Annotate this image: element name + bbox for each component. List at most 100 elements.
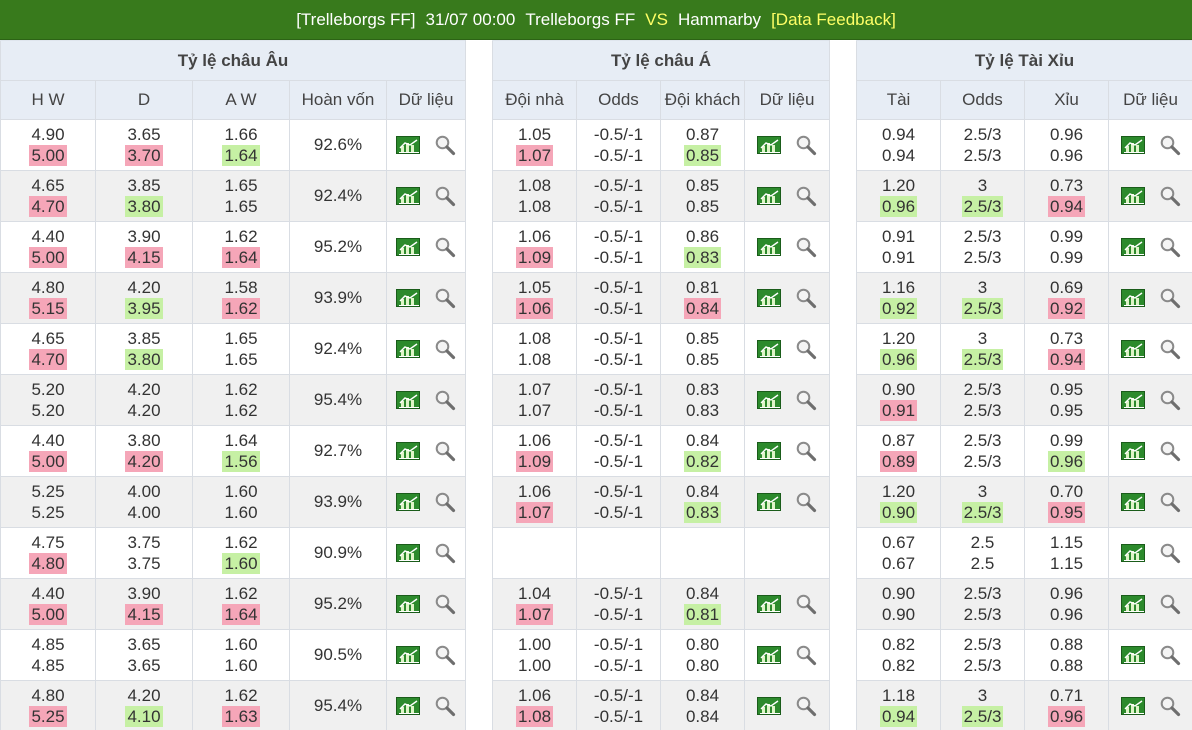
magnifier-icon[interactable]	[1159, 593, 1181, 615]
away-win-odds-opening: 1.66	[224, 125, 258, 144]
magnifier-icon[interactable]	[1159, 542, 1181, 564]
away-win-odds-live: 1.60	[222, 553, 260, 574]
bar-chart-icon[interactable]	[757, 493, 781, 511]
bar-chart-icon[interactable]	[757, 697, 781, 715]
magnifier-icon[interactable]	[434, 542, 456, 564]
home-team-odds-live: 1.07	[517, 401, 552, 420]
magnifier-icon[interactable]	[795, 338, 817, 360]
bar-chart-icon[interactable]	[1120, 289, 1145, 307]
magnifier-icon[interactable]	[434, 440, 456, 462]
over-odds-opening: 0.90	[881, 584, 916, 603]
magnifier-icon[interactable]	[434, 134, 456, 156]
magnifier-icon[interactable]	[434, 287, 456, 309]
magnifier-icon[interactable]	[1159, 236, 1181, 258]
bar-chart-icon[interactable]	[1120, 544, 1145, 562]
total-line-live: 2.5/3	[961, 706, 1004, 727]
bar-chart-icon[interactable]	[757, 340, 781, 358]
bar-chart-icon[interactable]	[757, 646, 781, 664]
bar-chart-icon[interactable]	[396, 391, 421, 409]
magnifier-icon[interactable]	[795, 134, 817, 156]
magnifier-icon[interactable]	[795, 440, 817, 462]
total-line: 2.5/3 2.5/3	[940, 119, 1025, 171]
magnifier-icon[interactable]	[1159, 185, 1181, 207]
bar-chart-icon[interactable]	[396, 187, 421, 205]
handicap-line-live: -0.5/-1	[593, 707, 644, 726]
data-feedback-link[interactable]: [Data Feedback]	[771, 10, 896, 30]
bar-chart-icon[interactable]	[396, 493, 421, 511]
total-line-live: 2.5/3	[963, 452, 1002, 471]
bar-chart-icon[interactable]	[1120, 442, 1145, 460]
magnifier-icon[interactable]	[1159, 338, 1181, 360]
total-line-live: 2.5/3	[961, 502, 1004, 523]
magnifier-icon[interactable]	[1159, 287, 1181, 309]
magnifier-icon[interactable]	[434, 644, 456, 666]
magnifier-icon[interactable]	[1159, 440, 1181, 462]
bar-chart-icon[interactable]	[396, 136, 421, 154]
magnifier-icon[interactable]	[795, 236, 817, 258]
magnifier-icon[interactable]	[795, 389, 817, 411]
bar-chart-icon[interactable]	[396, 697, 421, 715]
table-row: 4.90 5.00 3.65 3.70 1.66 1.64 92.6%	[0, 119, 467, 171]
magnifier-icon[interactable]	[1159, 695, 1181, 717]
bar-chart-icon[interactable]	[757, 289, 781, 307]
under-odds: 0.73 0.94	[1024, 323, 1109, 375]
bar-chart-icon[interactable]	[396, 595, 421, 613]
magnifier-icon[interactable]	[795, 491, 817, 513]
bar-chart-icon[interactable]	[1120, 646, 1145, 664]
return-rate: 93.9%	[289, 476, 387, 528]
league-label[interactable]: [Trelleborgs FF]	[296, 10, 415, 30]
bar-chart-icon[interactable]	[1120, 493, 1145, 511]
magnifier-icon[interactable]	[1159, 491, 1181, 513]
bar-chart-icon[interactable]	[1120, 238, 1145, 256]
magnifier-icon[interactable]	[1159, 134, 1181, 156]
bar-chart-icon[interactable]	[757, 187, 781, 205]
bar-chart-icon[interactable]	[1120, 136, 1145, 154]
magnifier-icon[interactable]	[795, 185, 817, 207]
magnifier-icon[interactable]	[434, 338, 456, 360]
magnifier-icon[interactable]	[434, 593, 456, 615]
bar-chart-icon[interactable]	[1120, 595, 1145, 613]
bar-chart-icon[interactable]	[1120, 697, 1145, 715]
away-team-odds: 0.85 0.85	[660, 323, 745, 375]
magnifier-icon[interactable]	[795, 593, 817, 615]
home-team-odds-opening: 1.08	[517, 329, 552, 348]
bar-chart-icon[interactable]	[757, 595, 781, 613]
draw-odds: 3.75 3.75	[95, 527, 193, 579]
magnifier-icon[interactable]	[795, 695, 817, 717]
magnifier-icon[interactable]	[1159, 644, 1181, 666]
magnifier-icon[interactable]	[434, 389, 456, 411]
handicap-line-live: -0.5/-1	[593, 503, 644, 522]
bar-chart-icon[interactable]	[757, 391, 781, 409]
bar-chart-icon[interactable]	[396, 544, 421, 562]
bar-chart-icon[interactable]	[396, 238, 421, 256]
magnifier-icon[interactable]	[795, 644, 817, 666]
over-odds: 1.20 0.96	[856, 170, 941, 222]
bar-chart-icon[interactable]	[757, 136, 781, 154]
bar-chart-icon[interactable]	[396, 442, 421, 460]
magnifier-icon[interactable]	[434, 185, 456, 207]
asia-odds-panel: Tỷ lệ châu Á Đội nhà Odds Đội khách Dữ l…	[491, 40, 831, 730]
away-team-odds-live: 0.85	[683, 145, 722, 166]
bar-chart-icon[interactable]	[1120, 187, 1145, 205]
data-tools-cell	[743, 425, 831, 477]
bar-chart-icon[interactable]	[757, 238, 781, 256]
handicap-line-opening: -0.5/-1	[593, 329, 644, 348]
magnifier-icon[interactable]	[434, 236, 456, 258]
draw-odds-live: 4.20	[127, 401, 161, 420]
bar-chart-icon[interactable]	[1120, 340, 1145, 358]
bar-chart-icon[interactable]	[757, 442, 781, 460]
magnifier-icon[interactable]	[1159, 389, 1181, 411]
bar-chart-icon[interactable]	[396, 289, 421, 307]
bar-chart-icon[interactable]	[396, 340, 421, 358]
draw-odds-live: 4.15	[125, 604, 163, 625]
away-win-odds-live: 1.62	[222, 298, 260, 319]
magnifier-icon[interactable]	[434, 491, 456, 513]
handicap-line-opening: -0.5/-1	[593, 227, 644, 246]
away-win-odds: 1.58 1.62	[192, 272, 290, 324]
bar-chart-icon[interactable]	[1120, 391, 1145, 409]
bar-chart-icon[interactable]	[396, 646, 421, 664]
data-tools-cell	[1107, 272, 1192, 324]
magnifier-icon[interactable]	[795, 287, 817, 309]
col-home-win: H W	[0, 80, 96, 120]
magnifier-icon[interactable]	[434, 695, 456, 717]
